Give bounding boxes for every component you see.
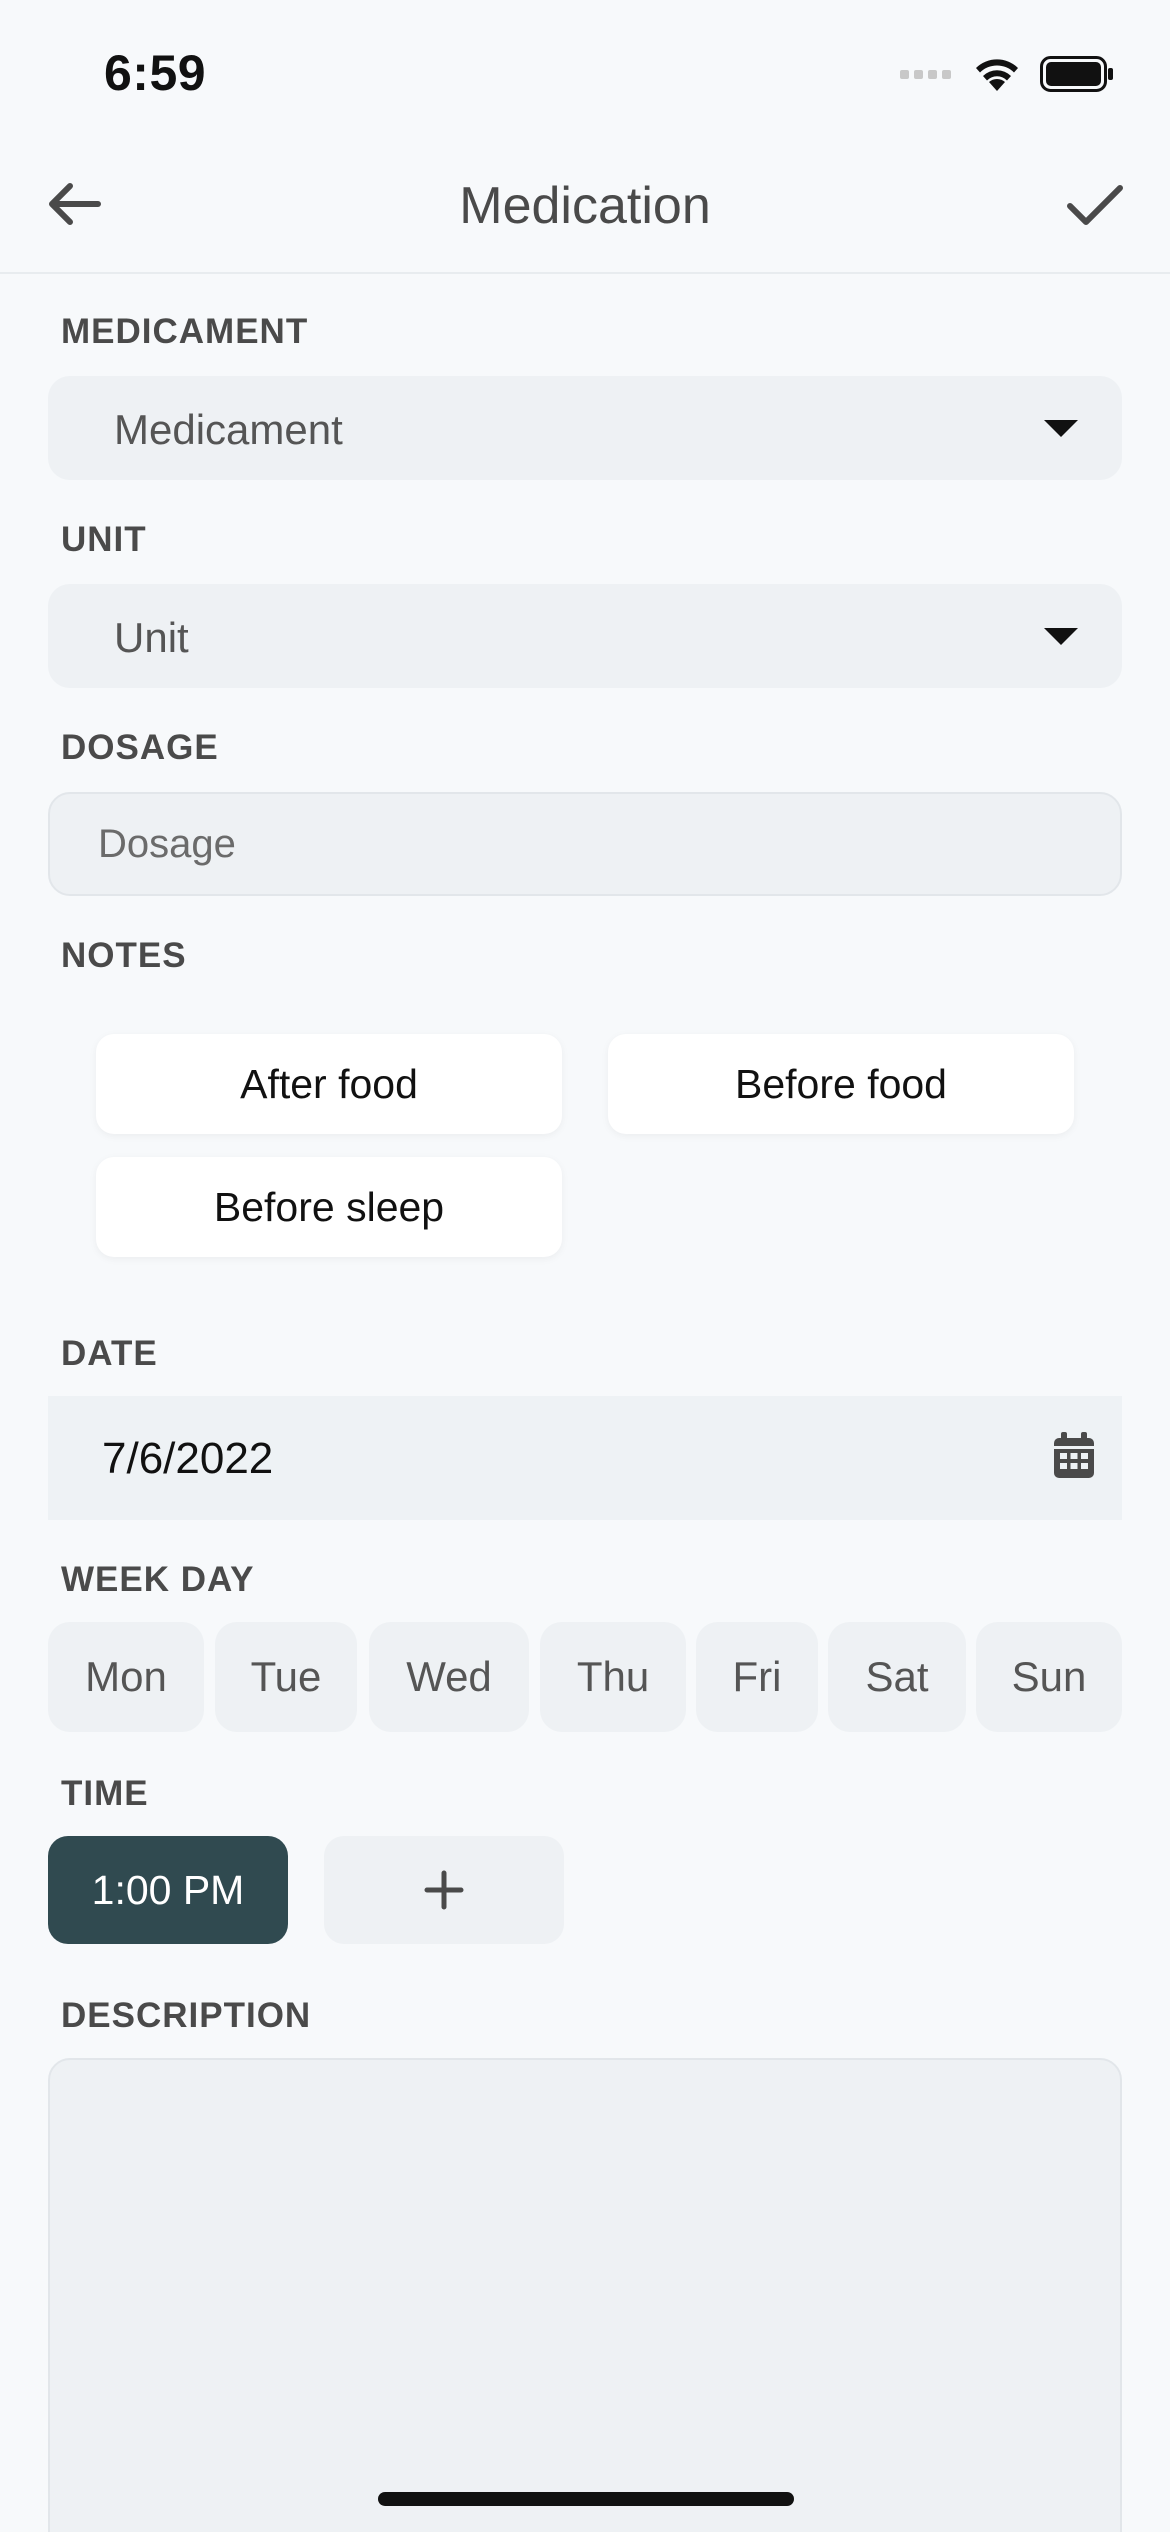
weekday-mon[interactable]: Mon	[48, 1622, 204, 1732]
medicament-select-value: Medicament	[114, 406, 343, 453]
unit-select[interactable]: Unit	[48, 584, 1122, 688]
weekday-thu[interactable]: Thu	[540, 1622, 686, 1732]
status-icons	[900, 52, 1114, 96]
notes-label: NOTES	[61, 936, 187, 975]
medicament-label: MEDICAMENT	[61, 312, 309, 351]
home-indicator	[378, 2492, 794, 2506]
time-chip-selected[interactable]: 1:00 PM	[48, 1836, 288, 1944]
nav-bar: Medication	[0, 130, 1170, 274]
status-time: 6:59	[104, 45, 207, 101]
note-option-after-food[interactable]: After food	[96, 1034, 562, 1134]
weekday-sun[interactable]: Sun	[976, 1622, 1122, 1732]
weekday-tue[interactable]: Tue	[215, 1622, 357, 1732]
date-value: 7/6/2022	[102, 1434, 274, 1483]
status-bar: 6:59	[0, 0, 1170, 130]
dosage-input[interactable]	[48, 792, 1122, 896]
weekday-fri[interactable]: Fri	[696, 1622, 818, 1732]
medication-screen: 6:59 Medication MEDICAMENT Medicament UN…	[0, 0, 1170, 2532]
weekday-sat[interactable]: Sat	[828, 1622, 966, 1732]
description-textarea[interactable]	[48, 2058, 1122, 2532]
wifi-icon	[976, 59, 1018, 91]
unit-select-value: Unit	[114, 614, 189, 661]
note-option-before-food[interactable]: Before food	[608, 1034, 1074, 1134]
week-day-label: WEEK DAY	[61, 1560, 255, 1599]
description-label: DESCRIPTION	[61, 1996, 312, 2035]
plus-icon	[424, 1870, 464, 1910]
checkmark-icon[interactable]	[1064, 174, 1126, 236]
caret-down-icon	[1044, 628, 1078, 645]
weekday-wed[interactable]: Wed	[369, 1622, 529, 1732]
caret-down-icon	[1044, 420, 1078, 437]
date-field[interactable]: 7/6/2022	[48, 1396, 1122, 1520]
page-title: Medication	[459, 177, 711, 235]
calendar-icon[interactable]	[1052, 1432, 1096, 1480]
dosage-label: DOSAGE	[61, 728, 219, 767]
time-label: TIME	[61, 1774, 149, 1813]
add-time-button[interactable]	[324, 1836, 564, 1944]
battery-icon	[1040, 56, 1113, 92]
note-option-before-sleep[interactable]: Before sleep	[96, 1157, 562, 1257]
cellular-signal-icon	[900, 70, 951, 79]
medicament-select[interactable]: Medicament	[48, 376, 1122, 480]
unit-label: UNIT	[61, 520, 147, 559]
date-label: DATE	[61, 1334, 158, 1373]
